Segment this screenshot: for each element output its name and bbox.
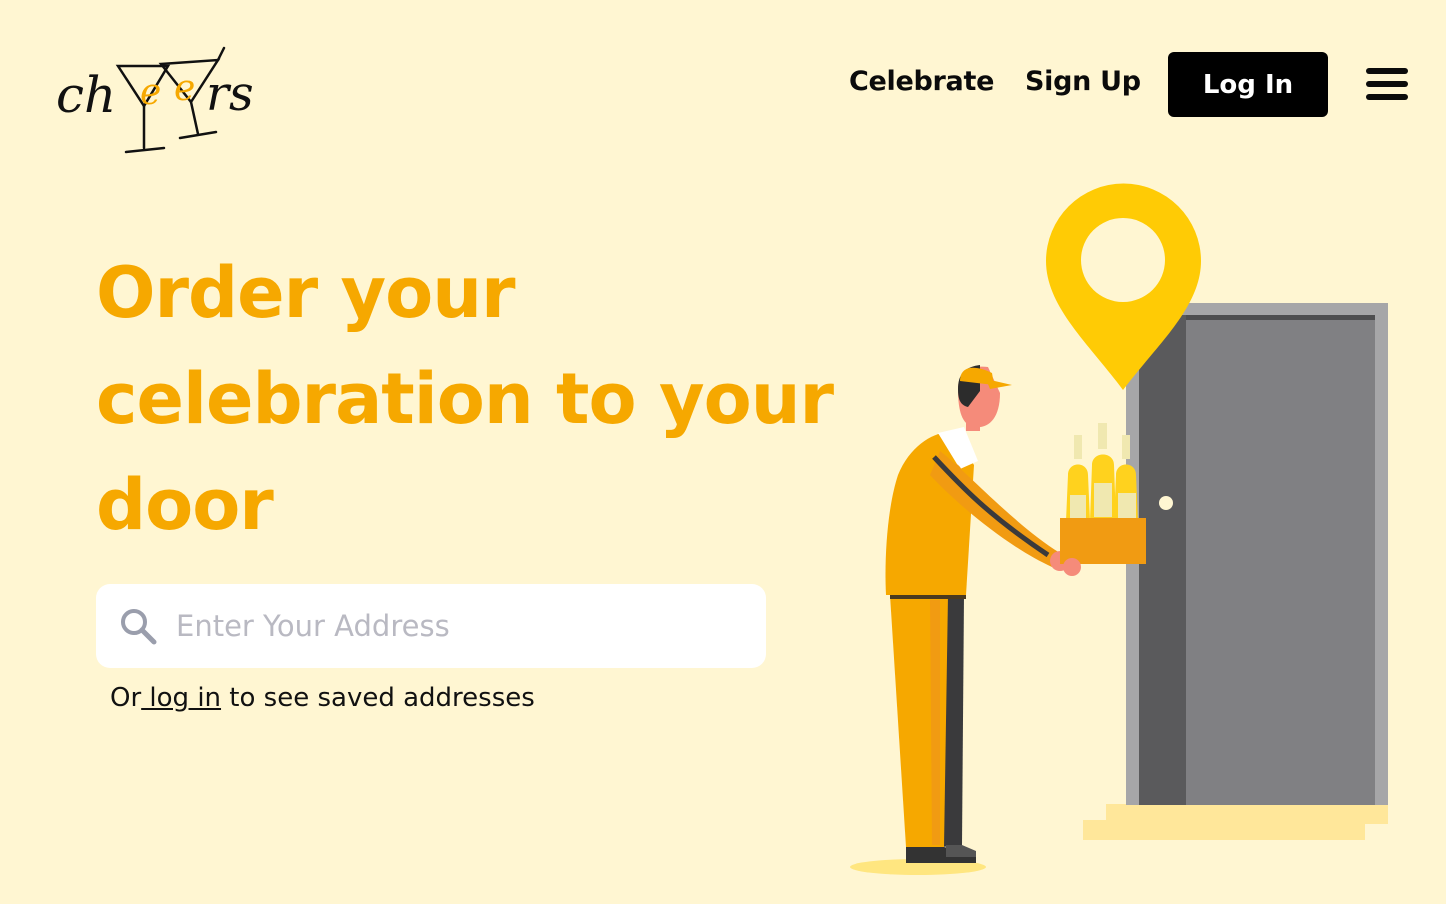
hamburger-menu-icon[interactable] [1366,68,1408,100]
svg-text:rs: rs [206,66,254,122]
login-hint-prefix: Or [110,683,142,713]
nav-signup-link[interactable]: Sign Up [1025,66,1141,97]
svg-text:e: e [140,72,161,113]
cheers-logo[interactable]: ch e e rs [56,44,266,160]
login-hint-link[interactable]: log in [141,683,221,713]
hero-headline: Order your celebration to your door [96,252,834,546]
bottle-icon [1090,423,1116,521]
address-input[interactable] [174,608,738,644]
door [1186,320,1375,805]
courier-figure [885,365,1070,863]
search-icon [121,609,157,645]
login-hint-suffix: to see saved addresses [221,683,535,713]
nav-celebrate-link[interactable]: Celebrate [849,66,994,97]
address-search-box[interactable] [96,584,766,668]
login-button[interactable]: Log In [1168,52,1328,117]
door-knob [1159,496,1173,510]
svg-text:e: e [174,68,195,109]
delivery-illustration [850,183,1388,875]
landing-page: ch e e rs Celebrate Sign Up Log In Order… [0,0,1446,904]
svg-text:ch: ch [56,66,116,124]
door-step-upper [1106,804,1388,824]
login-hint: Or log in to see saved addresses [110,683,535,713]
